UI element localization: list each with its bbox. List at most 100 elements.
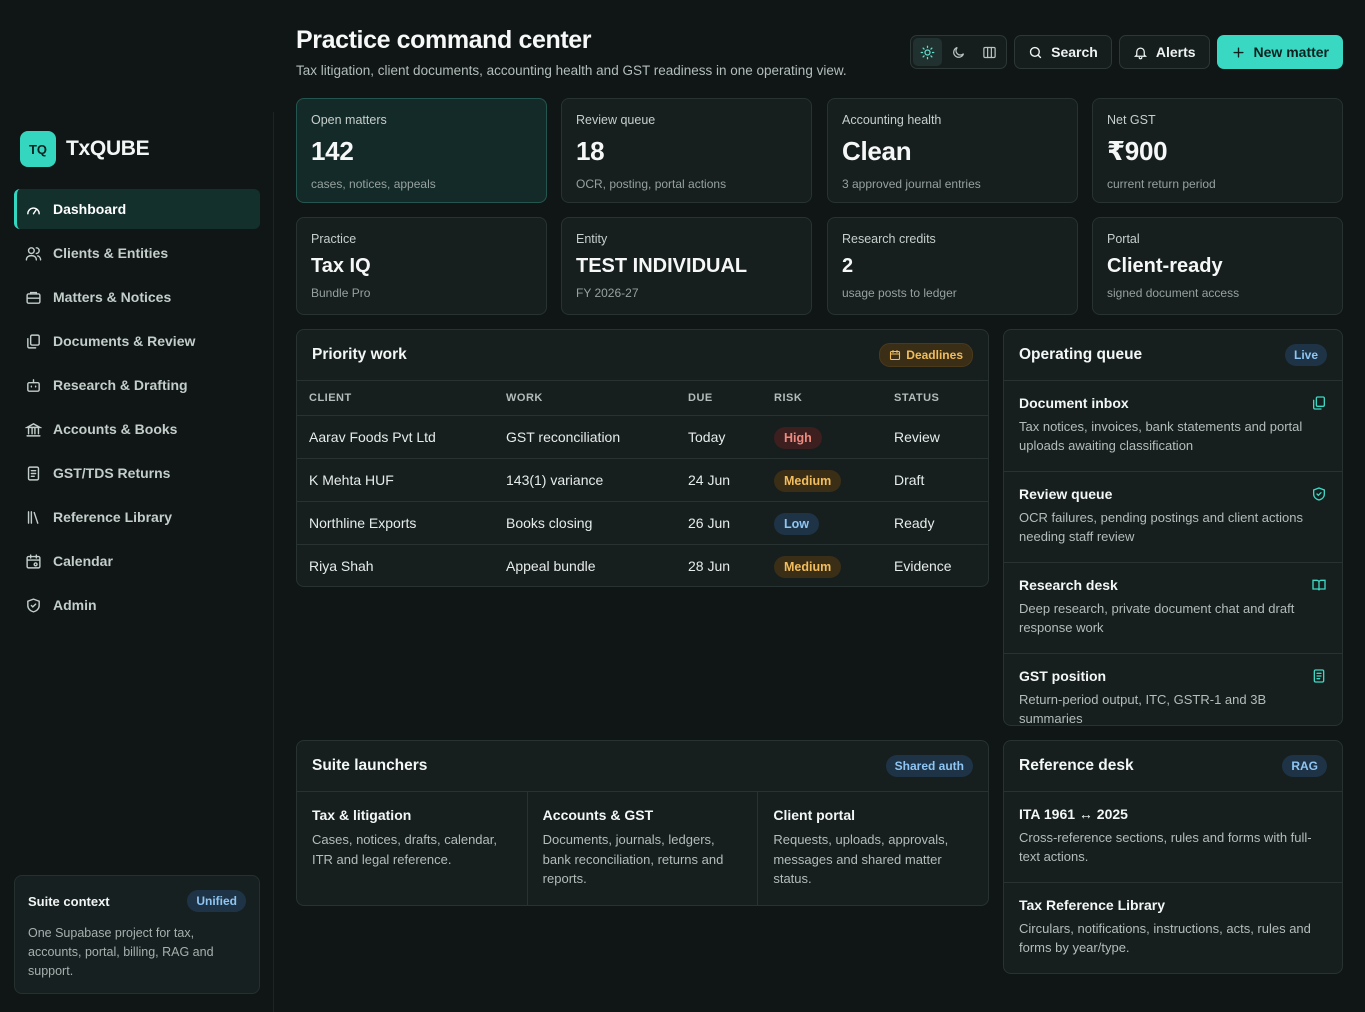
dark-theme-button[interactable] bbox=[944, 38, 973, 66]
stat-accounting-health[interactable]: Accounting health Clean 3 approved journ… bbox=[827, 98, 1078, 203]
bank-icon bbox=[25, 422, 42, 437]
cell-due: Today bbox=[676, 415, 762, 459]
sidebar-item-calendar[interactable]: Calendar bbox=[14, 541, 260, 581]
launcher-text: Documents, journals, ledgers, bank recon… bbox=[542, 832, 724, 886]
launcher-client-portal[interactable]: Client portal Requests, uploads, approva… bbox=[758, 792, 988, 905]
stat-entity[interactable]: Entity TEST INDIVIDUAL FY 2026-27 bbox=[561, 217, 812, 315]
launcher-accounts-gst[interactable]: Accounts & GST Documents, journals, ledg… bbox=[528, 792, 759, 905]
stat-label: Net GST bbox=[1107, 113, 1156, 127]
launcher-tax-litigation[interactable]: Tax & litigation Cases, notices, drafts,… bbox=[297, 792, 528, 905]
unified-badge: Unified bbox=[187, 890, 246, 912]
launcher-title: Tax & litigation bbox=[312, 807, 412, 823]
table-row[interactable]: Northline Exports Books closing 26 Jun Low R… bbox=[297, 501, 988, 545]
sidebar-item-library[interactable]: Reference Library bbox=[14, 497, 260, 537]
brand[interactable]: TQ TxQUBE bbox=[20, 131, 150, 167]
stat-research-credits[interactable]: Research credits 2 usage posts to ledger bbox=[827, 217, 1078, 315]
moon-icon bbox=[953, 46, 965, 58]
deadlines-label: Deadlines bbox=[906, 348, 963, 362]
sidebar-item-label: GST/TDS Returns bbox=[53, 465, 171, 481]
column-header[interactable]: RISK bbox=[762, 381, 882, 416]
receipt-icon bbox=[27, 465, 40, 481]
launcher-text: Requests, uploads, approvals, messages a… bbox=[773, 832, 949, 886]
cell-work: 143(1) variance bbox=[494, 458, 676, 502]
deadlines-badge[interactable]: Deadlines bbox=[879, 343, 973, 367]
stat-value: ₹900 bbox=[1107, 136, 1168, 166]
sidebar-item-returns[interactable]: GST/TDS Returns bbox=[14, 453, 260, 493]
page-title: Practice command center bbox=[296, 26, 592, 54]
queue-item-document-inbox[interactable]: Document inbox Tax notices, invoices, ba… bbox=[1004, 381, 1342, 472]
column-header[interactable]: DUE bbox=[676, 381, 762, 416]
new-matter-button[interactable]: New matter bbox=[1216, 35, 1343, 69]
stat-review-queue[interactable]: Review queue 18 OCR, posting, portal act… bbox=[561, 98, 812, 203]
alerts-button[interactable]: Alerts bbox=[1118, 35, 1210, 69]
priority-table: CLIENT WORK DUE RISK STATUS Aarav Foods … bbox=[297, 381, 988, 586]
stat-portal[interactable]: Portal Client-ready signed document acce… bbox=[1092, 217, 1343, 315]
queue-item-review-queue[interactable]: Review queue OCR failures, pending posti… bbox=[1004, 472, 1342, 563]
rag-badge: RAG bbox=[1282, 755, 1327, 777]
column-header[interactable]: STATUS bbox=[882, 381, 988, 416]
sidebar-item-documents[interactable]: Documents & Review bbox=[14, 321, 260, 361]
cell-client: Northline Exports bbox=[297, 501, 494, 545]
stat-value: TEST INDIVIDUAL bbox=[576, 255, 748, 277]
sidebar-item-research[interactable]: Research & Drafting bbox=[14, 365, 260, 405]
cell-status: Ready bbox=[882, 501, 988, 545]
queue-item-gst-position[interactable]: GST position Return-period output, ITC, … bbox=[1004, 654, 1342, 725]
documents-icon bbox=[27, 333, 40, 349]
sidebar-item-clients[interactable]: Clients & Entities bbox=[14, 233, 260, 273]
risk-badge: Medium bbox=[774, 469, 842, 492]
bot-icon bbox=[27, 378, 40, 392]
layout-toggle-button[interactable] bbox=[975, 38, 1004, 66]
sidebar-item-accounts[interactable]: Accounts & Books bbox=[14, 409, 260, 449]
columns-icon bbox=[983, 46, 996, 58]
search-button[interactable]: Search bbox=[1014, 35, 1112, 69]
page-subtitle: Tax litigation, client documents, accoun… bbox=[296, 63, 847, 78]
panel-title: Suite launchers bbox=[312, 757, 428, 774]
sidebar-item-label: Clients & Entities bbox=[53, 245, 169, 261]
table-row[interactable]: K Mehta HUF 143(1) variance 24 Jun Medium Dr… bbox=[297, 458, 988, 502]
panel-title: Reference desk bbox=[1019, 757, 1134, 774]
cell-risk: Medium bbox=[762, 544, 882, 586]
column-header[interactable]: WORK bbox=[494, 381, 676, 416]
launcher-list: Tax & litigation Cases, notices, drafts,… bbox=[297, 792, 988, 905]
stat-label: Entity bbox=[576, 232, 608, 246]
shared-auth-badge: Shared auth bbox=[885, 755, 973, 777]
panel-title: Operating queue bbox=[1019, 346, 1143, 363]
cell-status: Review bbox=[882, 415, 988, 459]
risk-badge: Low bbox=[774, 512, 819, 535]
search-button-label: Search bbox=[1051, 44, 1098, 60]
queue-item-research-desk[interactable]: Research desk Deep research, private doc… bbox=[1004, 563, 1342, 654]
bell-icon bbox=[1133, 47, 1147, 59]
sidebar-item-matters[interactable]: Matters & Notices bbox=[14, 277, 260, 317]
brand-name: TxQUBE bbox=[66, 137, 150, 160]
sidebar-item-label: Reference Library bbox=[53, 509, 173, 525]
stat-practice[interactable]: Practice Tax IQ Bundle Pro bbox=[296, 217, 547, 315]
calendar-icon bbox=[26, 553, 41, 569]
sidebar-item-admin[interactable]: Admin bbox=[14, 585, 260, 625]
stat-open-matters[interactable]: Open matters 142 cases, notices, appeals bbox=[296, 98, 547, 203]
shield-check-icon bbox=[1313, 487, 1325, 501]
sidebar-item-label: Matters & Notices bbox=[53, 289, 172, 305]
light-theme-button[interactable] bbox=[913, 38, 943, 66]
cell-work: Appeal bundle bbox=[506, 557, 596, 574]
stat-value: 18 bbox=[576, 136, 605, 166]
sidebar-item-label: Documents & Review bbox=[53, 333, 196, 349]
stat-net-gst[interactable]: Net GST ₹900 current return period bbox=[1092, 98, 1343, 203]
search-icon bbox=[1029, 46, 1042, 58]
queue-item-text: OCR failures, pending postings and clien… bbox=[1019, 510, 1303, 544]
table-row[interactable]: Aarav Foods Pvt Ltd GST reconciliation Tod… bbox=[297, 415, 988, 459]
table-row[interactable]: Riya Shah Appeal bundle 28 Jun Medium Eviden… bbox=[297, 544, 988, 586]
column-header[interactable]: CLIENT bbox=[297, 381, 494, 416]
reference-item-library[interactable]: Tax Reference Library Circulars, notific… bbox=[1004, 883, 1342, 973]
gauge-icon bbox=[27, 206, 40, 214]
stat-label: Review queue bbox=[576, 113, 656, 127]
risk-badge: High bbox=[774, 426, 822, 449]
stat-sub: usage posts to ledger bbox=[842, 286, 957, 300]
reference-item-ita[interactable]: ITA 1961 ↔ 2025 Cross-reference sections… bbox=[1004, 792, 1342, 883]
queue-item-title: Review queue bbox=[1019, 486, 1113, 502]
stat-label: Accounting health bbox=[842, 113, 942, 127]
cell-client: Riya Shah bbox=[309, 557, 374, 574]
live-badge: Live bbox=[1284, 344, 1327, 366]
calendar-icon bbox=[890, 349, 901, 361]
sidebar-item-dashboard[interactable]: Dashboard bbox=[14, 189, 260, 229]
stat-sub: signed document access bbox=[1107, 286, 1240, 300]
